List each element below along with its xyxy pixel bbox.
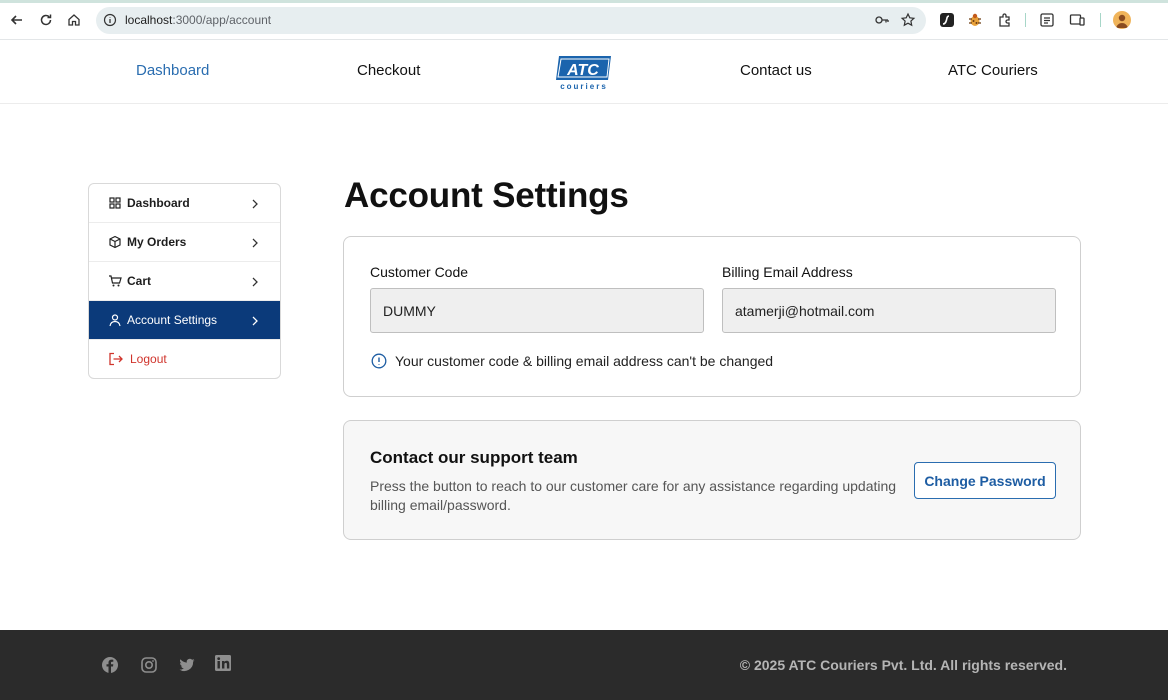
account-sidebar: Dashboard My Orders Cart Account Setting… <box>88 183 281 379</box>
extension-bug-icon[interactable] <box>966 11 984 29</box>
extensions-puzzle-icon[interactable] <box>996 11 1014 29</box>
sidebar-item-logout[interactable]: Logout <box>89 340 280 378</box>
tab-strip <box>0 0 1168 3</box>
sidebar-item-label: Cart <box>127 274 152 288</box>
sidebar-item-label: My Orders <box>127 235 187 249</box>
box-icon <box>108 235 122 249</box>
sidebar-item-label: Logout <box>130 352 167 366</box>
instagram-icon[interactable] <box>140 656 158 674</box>
browser-toolbar: localhost:3000/app/account <box>0 0 1168 40</box>
toolbar-separator <box>1025 13 1026 27</box>
site-header: Dashboard Checkout ATC couriers Contact … <box>0 40 1168 104</box>
change-password-button[interactable]: Change Password <box>914 462 1056 499</box>
twitter-icon[interactable] <box>178 656 196 674</box>
info-icon <box>371 353 387 369</box>
address-bar[interactable]: localhost:3000/app/account <box>96 7 926 34</box>
atc-logo[interactable]: ATC couriers <box>553 53 615 91</box>
linkedin-icon[interactable] <box>214 654 232 672</box>
password-key-icon[interactable] <box>874 12 890 28</box>
facebook-icon[interactable] <box>101 656 119 674</box>
device-cast-icon[interactable] <box>1068 11 1086 29</box>
nav-checkout[interactable]: Checkout <box>357 62 420 79</box>
profile-avatar[interactable] <box>1113 11 1131 29</box>
copyright-text: © 2025 ATC Couriers Pvt. Ltd. All rights… <box>739 657 1067 673</box>
chevron-right-icon <box>249 314 261 326</box>
logo-subtext: couriers <box>560 82 608 91</box>
cart-icon <box>108 274 122 288</box>
sidebar-item-label: Account Settings <box>127 313 218 327</box>
chevron-right-icon <box>249 236 261 248</box>
sidebar-item-label: Dashboard <box>127 196 190 210</box>
chevron-right-icon <box>249 197 261 209</box>
home-icon[interactable] <box>65 11 83 29</box>
billing-email-label: Billing Email Address <box>722 264 853 280</box>
logout-icon <box>108 352 124 366</box>
back-icon[interactable] <box>8 11 26 29</box>
customer-code-label: Customer Code <box>370 264 469 280</box>
url-host: localhost <box>125 13 173 27</box>
sidebar-item-dashboard[interactable]: Dashboard <box>89 184 280 223</box>
logo-text: ATC <box>566 62 599 79</box>
support-heading: Contact our support team <box>370 448 578 467</box>
sidebar-item-my-orders[interactable]: My Orders <box>89 223 280 262</box>
readonly-note: Your customer code & billing email addre… <box>395 353 774 369</box>
user-icon <box>108 313 122 327</box>
grid-icon <box>108 196 122 210</box>
chevron-right-icon <box>249 275 261 287</box>
extension-script-icon[interactable] <box>938 11 956 29</box>
support-card: Contact our support team Press the butto… <box>343 420 1081 540</box>
account-info-card: Customer Code Billing Email Address Your… <box>343 236 1081 397</box>
nav-atc-couriers[interactable]: ATC Couriers <box>948 62 1038 79</box>
bookmark-star-icon[interactable] <box>900 12 916 28</box>
reading-list-icon[interactable] <box>1038 11 1056 29</box>
url-path: :3000/app/account <box>172 13 272 27</box>
page-title: Account Settings <box>344 176 629 215</box>
url-text: localhost:3000/app/account <box>125 13 271 27</box>
toolbar-separator <box>1100 13 1101 27</box>
sidebar-item-account-settings[interactable]: Account Settings <box>89 301 280 340</box>
site-footer: © 2025 ATC Couriers Pvt. Ltd. All rights… <box>0 630 1168 700</box>
nav-dashboard[interactable]: Dashboard <box>136 62 209 79</box>
reload-icon[interactable] <box>37 11 55 29</box>
support-text: Press the button to reach to our custome… <box>370 478 897 513</box>
billing-email-field[interactable] <box>722 288 1056 333</box>
nav-contact-us[interactable]: Contact us <box>740 62 812 79</box>
site-info-icon[interactable] <box>103 13 117 27</box>
customer-code-field[interactable] <box>370 288 704 333</box>
sidebar-item-cart[interactable]: Cart <box>89 262 280 301</box>
